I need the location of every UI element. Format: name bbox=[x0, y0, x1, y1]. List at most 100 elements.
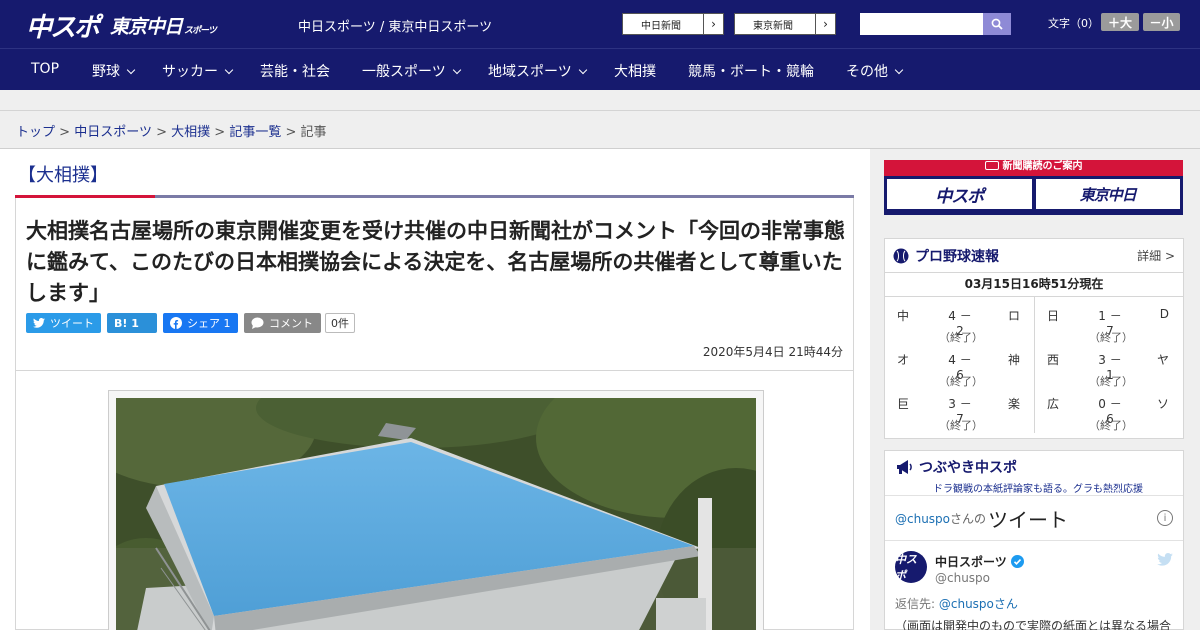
baseball-scores: プロ野球速報 詳細 > 03月15日16時51分現在 中 4 － 2 ロ （終了… bbox=[884, 238, 1184, 439]
subscription-label: 新聞購読のご案内 bbox=[1002, 161, 1083, 172]
home-team: 日 bbox=[1047, 309, 1060, 323]
category-heading: 【大相撲】 bbox=[18, 165, 108, 186]
chevron-right-icon: › bbox=[815, 14, 835, 34]
timeline-user-suffix: さんの bbox=[950, 511, 987, 526]
breadcrumb-sep: > bbox=[59, 125, 71, 140]
subscription-banner[interactable]: 新聞購読のご案内 中スポ 東京中日 bbox=[884, 160, 1183, 215]
twitter-bird-icon[interactable] bbox=[1157, 553, 1173, 566]
nav-item-local-sports[interactable]: 地域スポーツ bbox=[488, 61, 587, 81]
breadcrumb-list[interactable]: 記事一覧 bbox=[229, 125, 281, 140]
tokyo-chunichi-logo[interactable]: 東京中日 スポーツ bbox=[110, 12, 217, 39]
font-size-down-button[interactable]: －小 bbox=[1143, 13, 1180, 31]
nav-label: サッカー bbox=[162, 64, 218, 80]
game-row[interactable]: 日 1 － 7 D （終了） bbox=[1035, 301, 1183, 345]
game-status: （終了） bbox=[1089, 331, 1133, 344]
avatar[interactable]: 中スポ bbox=[895, 551, 927, 583]
publish-date: 2020年5月4日 21時44分 bbox=[702, 345, 843, 359]
main-nav: TOP 野球 サッカー 芸能・社会 一般スポーツ 地域スポーツ 大相撲 競馬・ボ… bbox=[0, 48, 1200, 90]
breadcrumb-chuspo[interactable]: 中日スポーツ bbox=[74, 125, 152, 140]
game-row[interactable]: 巨 3 － 7 楽 （終了） bbox=[885, 389, 1034, 433]
away-team: 神 bbox=[1007, 353, 1020, 367]
game-row[interactable]: オ 4 － 6 神 （終了） bbox=[885, 345, 1034, 389]
score-title: プロ野球速報 bbox=[915, 248, 999, 265]
site-header: 中スポ 東京中日 スポーツ 中日スポーツ / 東京中日スポーツ 中日新聞 › 東京… bbox=[0, 0, 1200, 48]
home-team: 巨 bbox=[897, 397, 910, 411]
game-status: （終了） bbox=[1089, 419, 1133, 432]
nav-label: TOP bbox=[31, 61, 60, 77]
info-icon[interactable]: i bbox=[1157, 510, 1173, 526]
main-column: 【大相撲】 大相撲名古屋場所の東京開催変更を受け共催の中日新聞社がコメント「今回… bbox=[0, 149, 870, 630]
breadcrumb-sep: > bbox=[285, 125, 297, 140]
nav-item-other[interactable]: その他 bbox=[846, 61, 904, 81]
tweet-button[interactable]: ツイート bbox=[26, 313, 101, 333]
share-buttons: ツイート B! 1 シェア 1 コメント 0件 bbox=[26, 313, 355, 333]
nav-item-top[interactable]: TOP bbox=[31, 61, 59, 77]
tweet-handle: @chuspo bbox=[935, 571, 991, 585]
nav-item-sumo[interactable]: 大相撲 bbox=[614, 61, 656, 81]
nav-item-racing[interactable]: 競馬・ボート・競輪 bbox=[688, 61, 814, 81]
search-icon bbox=[991, 18, 1003, 30]
tweet-author[interactable]: 中日スポーツ bbox=[935, 553, 1024, 570]
game-row[interactable]: 西 3 － 1 ヤ （終了） bbox=[1035, 345, 1183, 389]
nav-item-entertainment[interactable]: 芸能・社会 bbox=[260, 61, 330, 81]
speech-bubble-icon bbox=[251, 317, 264, 329]
font-size-label: 文字（0） bbox=[1048, 17, 1099, 30]
home-team: 西 bbox=[1047, 353, 1060, 367]
facebook-share-button[interactable]: シェア 1 bbox=[163, 313, 238, 333]
twitter-panel-title: つぶやき中スポ bbox=[895, 457, 1173, 477]
search-input[interactable] bbox=[860, 13, 983, 35]
score-detail-link[interactable]: 詳細 > bbox=[1137, 247, 1175, 264]
game-row[interactable]: 広 0 － 6 ソ （終了） bbox=[1035, 389, 1183, 433]
breadcrumb-sep: > bbox=[214, 125, 226, 140]
nav-item-baseball[interactable]: 野球 bbox=[92, 61, 136, 81]
reply-user[interactable]: @chuspoさん bbox=[939, 597, 1018, 611]
comment-button[interactable]: コメント bbox=[244, 313, 321, 333]
font-size-up-button[interactable]: ＋大 bbox=[1101, 13, 1139, 31]
game-status: （終了） bbox=[939, 331, 983, 344]
chuspo-logo[interactable]: 中スポ bbox=[26, 7, 100, 44]
score-header: プロ野球速報 詳細 > bbox=[885, 239, 1183, 273]
newspaper-icon bbox=[984, 161, 999, 170]
article-photo[interactable] bbox=[116, 398, 756, 630]
tweet-reply-to: 返信先: @chuspoさん bbox=[895, 595, 1018, 612]
nav-label: 野球 bbox=[92, 64, 120, 80]
megaphone-icon bbox=[897, 460, 912, 474]
reply-prefix: 返信先: bbox=[895, 597, 939, 611]
home-team: 広 bbox=[1047, 397, 1060, 411]
tweet-text: （画面は開発中のもので実際の紙面とは異なる場合 bbox=[895, 619, 1172, 630]
score-column-right: 日 1 － 7 D （終了） 西 3 － 1 ヤ （終了） 広 0 － 6 ソ … bbox=[1034, 297, 1183, 433]
breadcrumb-sumo[interactable]: 大相撲 bbox=[171, 125, 210, 140]
chevron-down-icon bbox=[126, 65, 136, 75]
game-row[interactable]: 中 4 － 2 ロ （終了） bbox=[885, 301, 1034, 345]
site-links[interactable]: 中日スポーツ / 東京中日スポーツ bbox=[298, 16, 492, 35]
game-status: （終了） bbox=[1089, 375, 1133, 388]
score-column-left: 中 4 － 2 ロ （終了） オ 4 － 6 神 （終了） 巨 3 － 7 楽 … bbox=[885, 297, 1034, 433]
subscribe-chuspo-button[interactable]: 中スポ bbox=[887, 179, 1032, 209]
nav-label: 一般スポーツ bbox=[362, 64, 446, 80]
game-status: （終了） bbox=[939, 419, 983, 432]
breadcrumb-top[interactable]: トップ bbox=[16, 125, 55, 140]
chunichi-shimbun-button[interactable]: 中日新聞 › bbox=[622, 13, 724, 35]
twitter-panel-subtitle: ドラ観戦の本紙評論家も語る。グラも熱烈応援 bbox=[933, 484, 1143, 495]
nav-label: 大相撲 bbox=[614, 64, 656, 80]
search-button[interactable] bbox=[983, 13, 1011, 35]
home-team: 中 bbox=[897, 309, 910, 323]
hatena-button[interactable]: B! 1 bbox=[107, 313, 157, 333]
nav-item-soccer[interactable]: サッカー bbox=[162, 61, 234, 81]
away-team: 楽 bbox=[1007, 397, 1020, 411]
timeline-user-link[interactable]: @chuspoさんの bbox=[895, 510, 986, 527]
nav-item-general-sports[interactable]: 一般スポーツ bbox=[362, 61, 461, 81]
article: 大相撲名古屋場所の東京開催変更を受け共催の中日新聞社がコメント「今回の非常事態に… bbox=[15, 198, 854, 630]
chunichi-shimbun-label: 中日新聞 bbox=[641, 20, 681, 32]
breadcrumb: トップ > 中日スポーツ > 大相撲 > 記事一覧 > 記事 bbox=[0, 111, 1200, 149]
subscribe-tokyo-button[interactable]: 東京中日 bbox=[1035, 179, 1180, 209]
tokyo-shimbun-button[interactable]: 東京新聞 › bbox=[734, 13, 836, 35]
comment-count: 0件 bbox=[325, 313, 355, 333]
tokyo-logo-text: 東京中日 bbox=[110, 16, 183, 38]
arena-photo-illustration bbox=[116, 398, 756, 630]
facebook-icon bbox=[170, 317, 182, 329]
tweet[interactable]: 中スポ 中日スポーツ @chuspo 返信先: @chuspoさん （画面は開発… bbox=[885, 541, 1183, 630]
divider bbox=[16, 370, 853, 371]
comment-label: コメント bbox=[269, 317, 313, 330]
nav-label: その他 bbox=[846, 64, 888, 80]
